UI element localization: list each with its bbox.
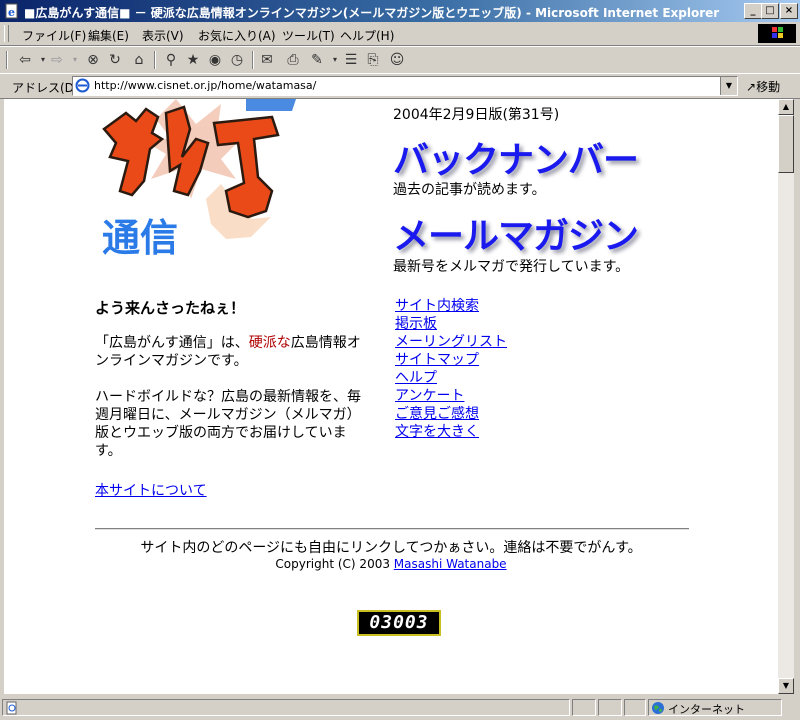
link-feedback[interactable]: ご意見ご感想 [395,405,507,423]
ie-icon [75,78,90,93]
menu-edit[interactable]: 編集(E) [88,27,129,44]
menu-favorites[interactable]: お気に入り(A) [198,27,276,44]
go-label: 移動 [756,80,781,94]
edit-icon[interactable]: ✎ [308,51,326,69]
ie-page-icon: e [5,3,18,19]
scroll-thumb[interactable] [778,115,794,173]
close-button[interactable]: × [780,3,798,19]
link-bbs[interactable]: 掲示板 [395,315,507,333]
intro-highlight: 硬派な [248,335,291,351]
address-url[interactable]: http://www.cisnet.or.jp/home/watamasa/ [94,79,316,92]
favorites-icon[interactable]: ★ [184,51,202,69]
scroll-down-icon[interactable]: ▼ [778,678,794,694]
status-bar: インターネット [0,696,800,720]
scroll-up-icon[interactable]: ▲ [778,99,794,115]
window-title: ■広島がんす通信■ － 硬派な広島情報オンラインマガジン(メールマガジン版とウエ… [24,6,720,20]
menu-help[interactable]: ヘルプ(H) [340,27,394,44]
refresh-icon[interactable]: ↻ [106,51,124,69]
go-button[interactable]: ↗移動 [746,78,780,95]
svg-text:e: e [8,6,15,19]
address-input[interactable]: http://www.cisnet.or.jp/home/watamasa/ ▼ [72,76,738,96]
menu-tools[interactable]: ツール(T) [282,27,335,44]
menu-bar: ファイル(F) 編集(E) 表示(V) お気に入り(A) ツール(T) ヘルプ(… [0,22,800,46]
forward-dropdown-icon[interactable]: ▾ [66,51,84,69]
home-icon[interactable]: ⌂ [130,51,148,69]
intro-text-1: 「広島がんす通信」は、 [95,335,249,351]
link-sitemap[interactable]: サイトマップ [395,351,507,369]
link-policy-notice: サイト内のどのページにも自由にリンクしてつかぁさい。連絡は不要でがんす。 [140,540,642,556]
forward-icon[interactable]: ⇨ [48,51,66,69]
back-icon[interactable]: ⇦ [16,51,34,69]
gansu-tsushin-logo: 通信 [102,99,296,259]
search-icon[interactable]: ⚲ [162,51,180,69]
status-panel-3 [598,699,622,716]
menu-view[interactable]: 表示(V) [142,27,184,44]
research-icon[interactable]: ⎘ [364,51,382,69]
mailmag-description: 最新号をメルマガで発行しています。 [393,259,630,275]
page-content: 通信 2004年2月9日版(第31号) バックナンバー 過去の記事が読めます。 … [4,99,778,694]
maximize-button[interactable]: □ [761,3,779,19]
globe-icon [652,702,664,714]
intro-paragraph: 「広島がんす通信」は、硬派な広島情報オンラインマガジンです。 [95,334,365,370]
backnumber-heading[interactable]: バックナンバー [393,131,639,183]
link-large-text[interactable]: 文字を大きく [395,423,507,441]
link-mailing-list[interactable]: メーリングリスト [395,333,507,351]
status-panel-2 [572,699,596,716]
copyright: Copyright (C) 2003 Masashi Watanabe [4,557,778,571]
vertical-scrollbar[interactable]: ▲ ▼ [778,99,794,694]
menu-grip [4,25,9,42]
print-icon[interactable]: ⎙ [284,51,302,69]
toolbar-grip [6,51,8,69]
copyright-text: Copyright (C) 2003 [275,557,394,571]
status-panel-4 [624,699,646,716]
stop-icon[interactable]: ⊗ [84,51,102,69]
title-bar: e ■広島がんす通信■ － 硬派な広島情報オンラインマガジン(メールマガジン版と… [0,0,800,22]
link-help[interactable]: ヘルプ [395,369,507,387]
history-icon[interactable]: ◷ [228,51,246,69]
minimize-button[interactable]: _ [744,3,762,19]
menu-file[interactable]: ファイル(F) [22,27,86,44]
windows-logo-icon [758,24,796,43]
logo-tsushin-text: 通信 [102,216,178,259]
toolbar-separator-2 [252,51,254,69]
backnumber-description: 過去の記事が読めます。 [393,182,546,198]
author-link[interactable]: Masashi Watanabe [394,557,507,571]
status-text-panel [2,699,570,716]
address-bar: アドレス(D) http://www.cisnet.or.jp/home/wat… [0,73,800,99]
mailmag-heading[interactable]: メールマガジン [393,207,639,259]
access-counter: 03003 [357,610,441,636]
mail-icon[interactable]: ✉ [258,51,276,69]
horizontal-rule [95,528,689,530]
address-dropdown-icon[interactable]: ▼ [720,77,737,95]
zone-label: インターネット [668,703,745,716]
address-label: アドレス(D) [12,81,79,95]
media-icon[interactable]: ◉ [206,51,224,69]
toolbar-separator [154,51,156,69]
about-site-link[interactable]: 本サイトについて [95,480,207,500]
link-site-search[interactable]: サイト内検索 [395,297,507,315]
page-status-icon [6,701,17,715]
site-links: サイト内検索 掲示板 メーリングリスト サイトマップ ヘルプ アンケート ご意見… [395,297,507,441]
messenger-icon[interactable]: ☺ [388,51,406,69]
intro-paragraph-2: ハードボイルドな？広島の最新情報を、毎週月曜日に、メールマガジン（メルマガ）版と… [95,389,361,459]
issue-date: 2004年2月9日版(第31号) [393,107,560,123]
toolbar: ⇦ ▾ ⇨ ▾ ⊗ ↻ ⌂ ⚲ ★ ◉ ◷ ✉ ⎙ ✎ ▾ ☰ ⎘ ☺ [0,46,800,74]
link-survey[interactable]: アンケート [395,387,507,405]
go-arrow-icon: ↗ [746,80,757,94]
discuss-icon[interactable]: ☰ [342,51,360,69]
welcome-heading: よう来んさったねぇ！ [95,299,246,317]
